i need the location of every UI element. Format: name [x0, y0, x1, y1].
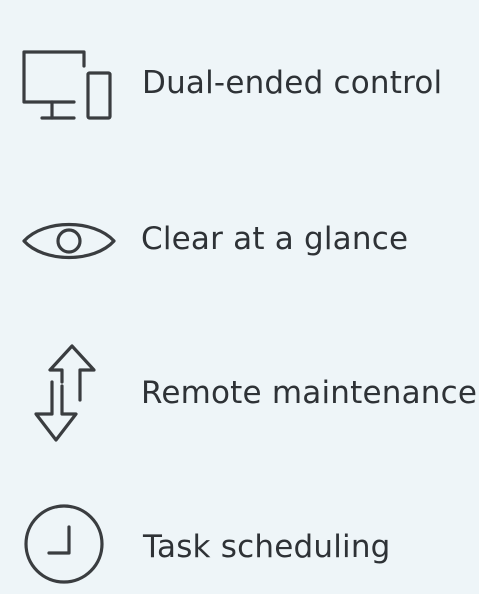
clock-icon	[22, 501, 108, 587]
feature-label: Clear at a glance	[141, 221, 409, 257]
feature-label: Remote maintenance	[141, 375, 478, 411]
feature-label: Task scheduling	[143, 529, 391, 565]
transfer-arrows-icon	[28, 342, 108, 442]
eye-icon	[22, 217, 118, 265]
devices-icon	[18, 44, 118, 130]
feature-label: Dual-ended control	[142, 65, 443, 101]
feature-list: Dual-ended control Clear at a glance Rem…	[0, 0, 479, 594]
